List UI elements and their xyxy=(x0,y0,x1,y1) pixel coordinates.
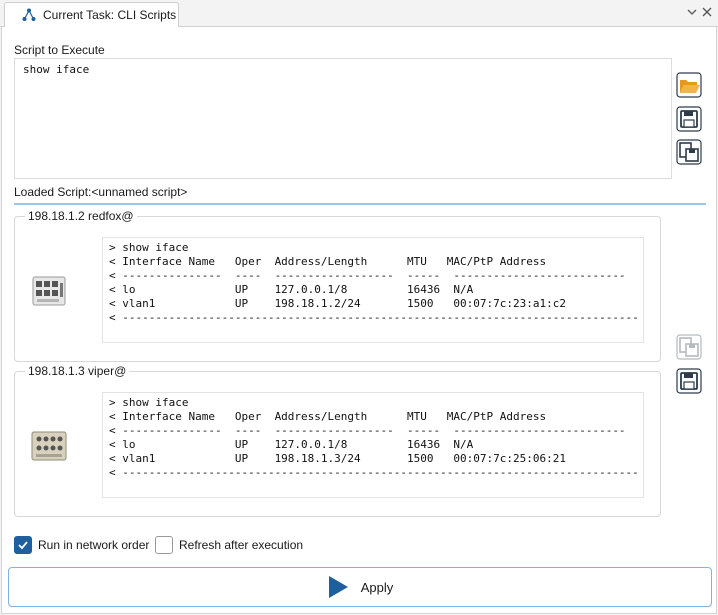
open-script-button[interactable] xyxy=(675,71,703,99)
tab-title: Current Task: CLI Scripts xyxy=(43,8,177,22)
device-output: > show iface < Interface Name Oper Addre… xyxy=(102,237,644,343)
play-icon xyxy=(328,576,348,598)
switch-device-icon xyxy=(31,431,67,461)
device-title: 198.18.1.2 redfox@ xyxy=(25,209,137,223)
save-output-button[interactable] xyxy=(675,367,703,395)
save-as-script-button[interactable] xyxy=(675,138,703,166)
save-as-icon xyxy=(676,334,702,360)
script-label: Script to Execute xyxy=(14,43,105,57)
close-icon[interactable] xyxy=(701,6,713,18)
device-output: > show iface < Interface Name Oper Addre… xyxy=(102,392,644,498)
copy-output-button[interactable] xyxy=(675,333,703,361)
loaded-script-label: Loaded Script:<unnamed script> xyxy=(14,185,188,199)
save-as-icon xyxy=(676,139,702,165)
apply-label: Apply xyxy=(360,579,394,595)
chevron-down-icon[interactable] xyxy=(686,6,698,18)
switch-device-icon xyxy=(32,276,66,306)
checkmark-icon xyxy=(18,541,28,550)
network-icon xyxy=(22,8,36,21)
refresh-after-execution-label: Refresh after execution xyxy=(179,538,304,552)
device-title: 198.18.1.3 viper@ xyxy=(25,364,130,378)
run-in-network-order-option[interactable]: Run in network order xyxy=(14,535,149,555)
script-editor[interactable]: show iface xyxy=(14,58,672,179)
tab-strip: Current Task: CLI Scripts xyxy=(0,0,718,28)
save-icon xyxy=(676,368,702,394)
run-in-network-order-label: Run in network order xyxy=(38,538,150,552)
device-group-redfox: 198.18.1.2 redfox@ > show iface < Interf… xyxy=(14,209,661,362)
device-group-viper: 198.18.1.3 viper@ > show iface < Interfa… xyxy=(14,364,661,517)
refresh-after-execution-checkbox[interactable] xyxy=(155,536,173,554)
apply-button[interactable]: Apply xyxy=(8,567,712,607)
cli-scripts-panel: Script to Execute show iface Loaded Scri… xyxy=(1,27,717,614)
refresh-after-execution-option[interactable]: Refresh after execution xyxy=(155,535,303,555)
separator xyxy=(14,203,706,205)
run-in-network-order-checkbox[interactable] xyxy=(14,536,32,554)
save-icon xyxy=(676,106,702,132)
tab-cli-scripts[interactable]: Current Task: CLI Scripts xyxy=(4,2,179,28)
folder-open-icon xyxy=(676,72,702,98)
save-script-button[interactable] xyxy=(675,105,703,133)
